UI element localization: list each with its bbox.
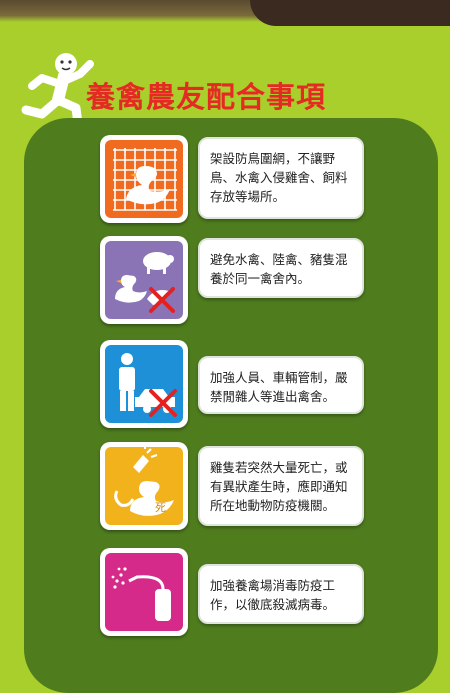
disinfectant-sprayer-icon (111, 567, 171, 621)
duck-behind-net-icon (113, 148, 177, 211)
list-item: 加強養禽場消毒防疫工作，以徹底殺滅病毒。 (0, 548, 450, 638)
person-car-no-entry-icon (119, 353, 177, 417)
icon-card (100, 548, 188, 636)
dead-duck-alert-icon: 死 (114, 447, 174, 516)
icon-card (100, 236, 188, 324)
list-item: 避免水禽、陸禽、豬隻混養於同一禽舍內。 (0, 236, 450, 326)
icon-card (100, 340, 188, 428)
instruction-text-box: 架設防鳥圍網，不讓野鳥、水禽入侵雞舍、飼料存放等場所。 (198, 137, 364, 219)
instruction-text: 加強養禽場消毒防疫工作，以徹底殺滅病毒。 (210, 578, 336, 612)
instruction-text-box: 避免水禽、陸禽、豬隻混養於同一禽舍內。 (198, 238, 364, 298)
instruction-text: 避免水禽、陸禽、豬隻混養於同一禽舍內。 (210, 252, 348, 286)
icon-card (100, 135, 188, 223)
list-item: 架設防鳥圍網，不讓野鳥、水禽入侵雞舍、飼料存放等場所。 (0, 135, 450, 225)
instruction-text-box: 雞隻若突然大量死亡，或有異狀產生時，應即通知所在地動物防疫機關。 (198, 446, 364, 526)
dead-character-label: 死 (155, 501, 166, 514)
instruction-text-box: 加強養禽場消毒防疫工作，以徹底殺滅病毒。 (198, 564, 364, 624)
instruction-text: 加強人員、車輛管制，嚴禁閒雜人等進出禽舍。 (210, 370, 348, 404)
list-item: 死 雞隻若突然大量死亡，或有異狀產生時，應即通知所在地動物防疫機關。 (0, 442, 450, 532)
instruction-text: 架設防鳥圍網，不讓野鳥、水禽入侵雞舍、飼料存放等場所。 (210, 151, 348, 204)
instruction-text: 雞隻若突然大量死亡，或有異狀產生時，應即通知所在地動物防疫機關。 (210, 460, 348, 513)
duck-pig-no-mixing-icon (115, 252, 175, 313)
icon-card: 死 (100, 442, 188, 530)
instruction-text-box: 加強人員、車輛管制，嚴禁閒雜人等進出禽舍。 (198, 356, 364, 414)
top-dark-shape (250, 0, 450, 26)
page-title: 養禽農友配合事項 (86, 80, 327, 114)
list-item: 加強人員、車輛管制，嚴禁閒雜人等進出禽舍。 (0, 340, 450, 430)
